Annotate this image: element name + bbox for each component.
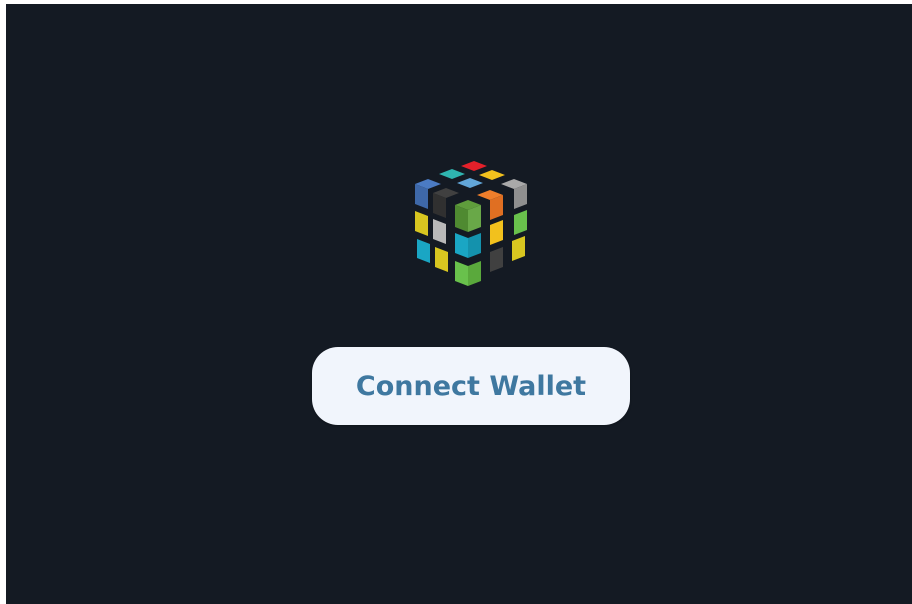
app-background: Connect Wallet	[6, 4, 912, 604]
cube-left-face	[415, 184, 468, 286]
cube-top-layer	[415, 161, 527, 210]
connect-wallet-button[interactable]: Connect Wallet	[312, 347, 630, 425]
cube-right-face	[468, 184, 527, 286]
cube-logo-icon	[415, 161, 527, 286]
